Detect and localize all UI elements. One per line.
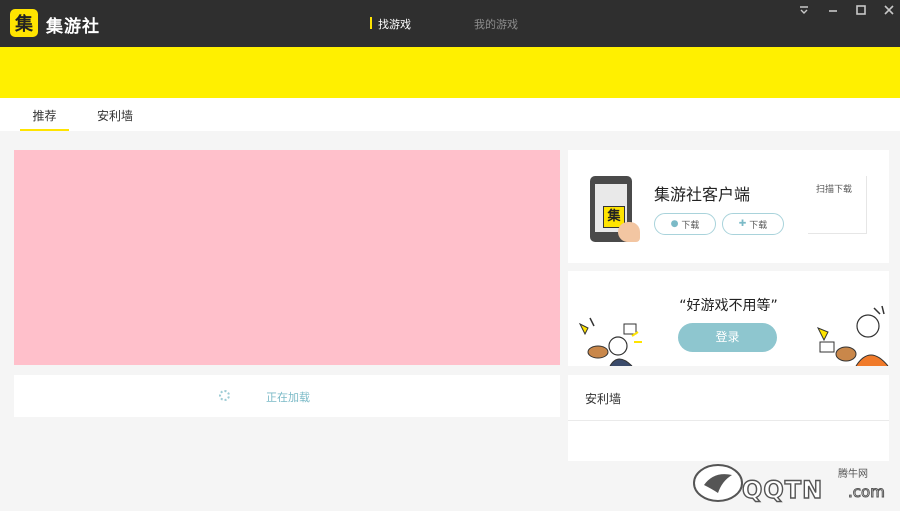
qr-code-box: 扫描下载	[808, 176, 867, 234]
cartoon-right-icon	[816, 305, 889, 366]
title-bar: 集 集游社 找游戏 我的游戏	[0, 0, 900, 47]
safe-wall-title: 安利墙	[585, 392, 622, 406]
menu-icon[interactable]	[797, 4, 811, 18]
client-download-card: 集 集游社客户端 ● 下载 ✚ 下载 扫描下载	[568, 150, 889, 263]
loading-text: 正在加载	[266, 391, 310, 404]
android-download-button[interactable]: ✚ 下载	[722, 213, 784, 235]
login-card: “好游戏不用等” 登录	[568, 271, 889, 366]
qr-label: 扫描下载	[816, 185, 853, 195]
tab-safe-wall[interactable]: 安利墙	[97, 107, 133, 124]
watermark-cn-text: 腾牛网	[838, 469, 868, 480]
top-banner	[0, 47, 900, 98]
app-logo-icon: 集	[10, 9, 38, 37]
apple-icon: ●	[670, 219, 679, 229]
watermark-brand: QQTN	[741, 475, 824, 504]
watermark-suffix: .com	[848, 483, 886, 502]
client-title: 集游社客户端	[654, 185, 751, 204]
cartoon-left-icon	[578, 317, 642, 366]
divider	[568, 420, 889, 421]
ios-download-button[interactable]: ● 下载	[654, 213, 716, 235]
maximize-icon[interactable]	[854, 4, 868, 18]
active-tab-indicator	[20, 129, 69, 131]
tab-find-games[interactable]: 找游戏	[370, 16, 411, 32]
close-icon[interactable]	[882, 4, 896, 18]
section-tabs: 推荐 安利墙	[0, 98, 900, 131]
tab-recommend[interactable]: 推荐	[20, 107, 69, 124]
game-list-panel: 正在加载	[14, 375, 560, 417]
login-button[interactable]: 登录	[678, 323, 777, 352]
app-name: 集游社	[46, 17, 100, 37]
loading-spinner-icon	[219, 390, 230, 401]
tab-my-games[interactable]: 我的游戏	[474, 16, 518, 32]
hand-illustration-icon	[618, 222, 640, 242]
android-icon: ✚	[738, 219, 747, 229]
minimize-icon[interactable]	[826, 4, 840, 18]
featured-carousel[interactable]	[14, 150, 560, 365]
safe-wall-card: 安利墙	[568, 375, 889, 461]
